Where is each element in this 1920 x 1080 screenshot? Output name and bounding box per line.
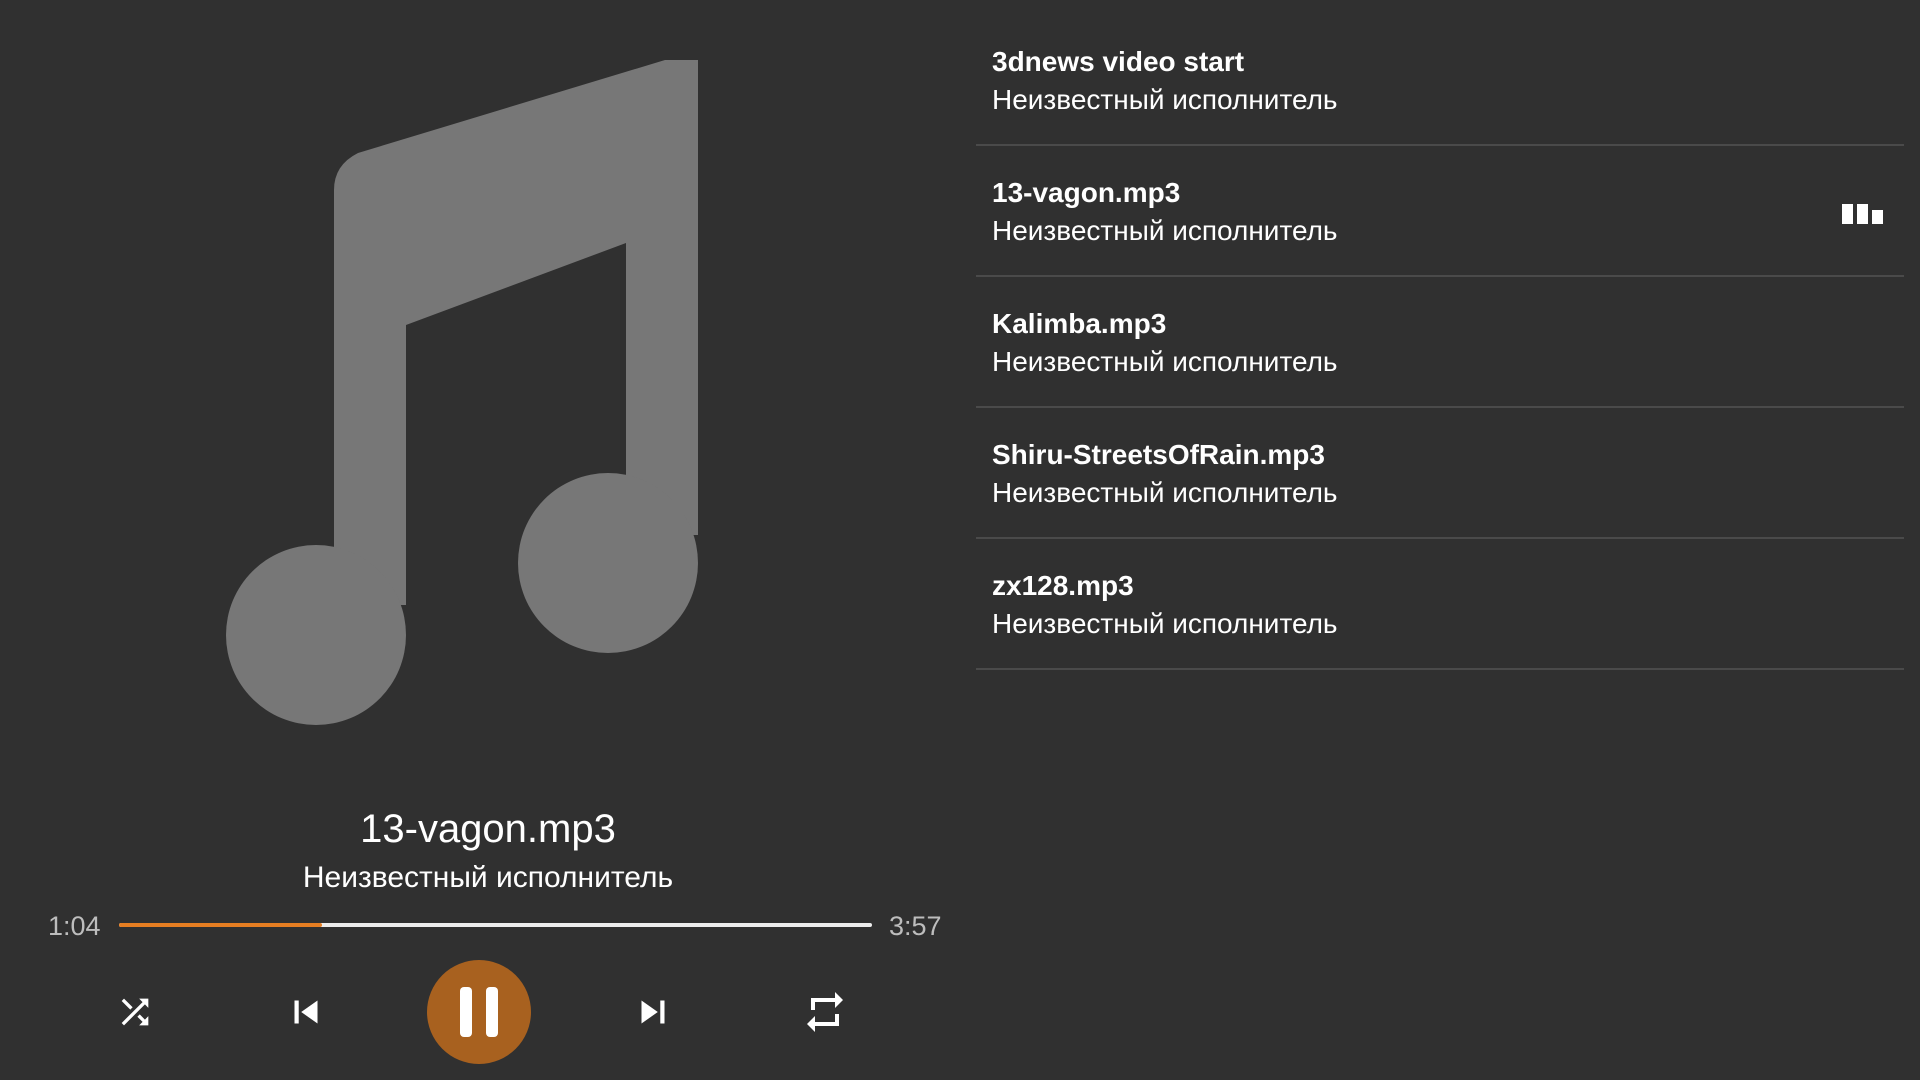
track-title: Kalimba.mp3	[992, 308, 1167, 339]
now-playing-pane: 13-vagon.mp3 Неизвестный исполнитель 1:0…	[0, 0, 976, 1080]
shuffle-icon	[121, 998, 149, 1026]
playlist-item[interactable]: Kalimba.mp3 Неизвестный исполнитель	[976, 277, 1904, 408]
playlist: 3dnews video start Неизвестный исполните…	[976, 15, 1904, 670]
now-playing-artist: Неизвестный исполнитель	[302, 861, 674, 894]
track-artist: Неизвестный исполнитель	[992, 608, 1338, 639]
seek-bar[interactable]	[119, 923, 872, 927]
music-note-icon	[210, 60, 710, 740]
track-artist: Неизвестный исполнитель	[992, 346, 1338, 377]
track-title: 13-vagon.mp3	[992, 177, 1181, 208]
skip-previous-icon	[294, 1000, 318, 1024]
repeat-button[interactable]	[773, 960, 877, 1064]
pause-icon	[460, 987, 498, 1037]
repeat-icon	[807, 992, 843, 1032]
next-button[interactable]	[601, 960, 705, 1064]
playlist-item[interactable]: 3dnews video start Неизвестный исполните…	[976, 15, 1904, 146]
track-artist: Неизвестный исполнитель	[992, 215, 1338, 246]
equalizer-icon	[1842, 202, 1888, 224]
track-title: 3dnews video start	[992, 46, 1245, 77]
elapsed-time: 1:04	[48, 911, 101, 941]
track-title: zx128.mp3	[992, 570, 1134, 601]
total-duration: 3:57	[889, 911, 942, 941]
now-playing-title: 13-vagon.mp3	[360, 807, 616, 851]
play-pause-button[interactable]	[427, 960, 531, 1064]
music-player-app: 13-vagon.mp3 Неизвестный исполнитель 1:0…	[0, 0, 1920, 1080]
playlist-item[interactable]: zx128.mp3 Неизвестный исполнитель	[976, 539, 1904, 670]
previous-button[interactable]	[254, 960, 358, 1064]
track-artist: Неизвестный исполнитель	[992, 477, 1338, 508]
seek-bar-progress	[119, 923, 323, 927]
playlist-item[interactable]: Shiru-StreetsOfRain.mp3 Неизвестный испо…	[976, 408, 1904, 539]
playback-controls	[0, 960, 976, 1064]
track-artist: Неизвестный исполнитель	[992, 84, 1338, 115]
play-pause-circle	[427, 960, 531, 1064]
track-title: Shiru-StreetsOfRain.mp3	[992, 439, 1325, 470]
playlist-item-playing[interactable]: 13-vagon.mp3 Неизвестный исполнитель	[976, 146, 1904, 277]
shuffle-button[interactable]	[83, 960, 187, 1064]
skip-next-icon	[641, 1000, 665, 1024]
